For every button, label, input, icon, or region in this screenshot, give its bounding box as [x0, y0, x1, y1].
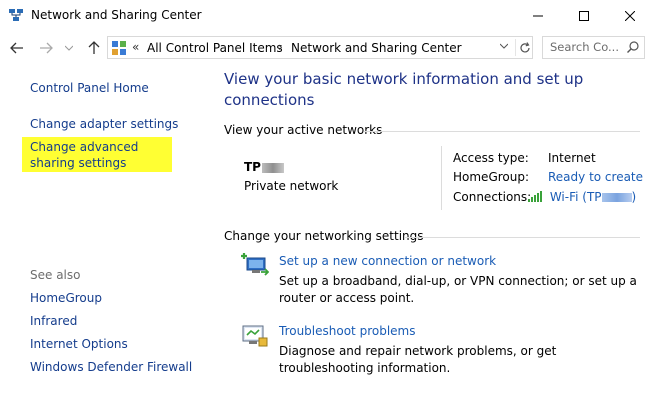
section-divider — [404, 237, 640, 238]
forward-arrow-icon — [40, 42, 53, 54]
breadcrumb-overflow[interactable]: « — [132, 40, 139, 54]
refresh-icon — [520, 42, 530, 53]
infrared-link[interactable]: Infrared — [30, 314, 77, 328]
wifi-connection-suffix[interactable]: ) — [632, 190, 637, 204]
chevron-down-icon — [65, 45, 73, 51]
minimize-button[interactable] — [515, 0, 561, 31]
windows-defender-firewall-link[interactable]: Windows Defender Firewall — [30, 360, 192, 374]
troubleshoot-icon — [242, 325, 268, 347]
wifi-connection-link[interactable]: Wi-Fi (TP) — [528, 190, 636, 204]
wifi-connection-text[interactable]: Wi-Fi (TP — [550, 190, 602, 204]
breadcrumb-all-items[interactable]: All Control Panel Items — [147, 41, 283, 55]
control-panel-home-link[interactable]: Control Panel Home — [30, 81, 149, 95]
navigation-bar: « All Control Panel Items › Network and … — [0, 31, 653, 64]
wifi-signal-icon — [528, 191, 542, 202]
search-input[interactable] — [550, 40, 622, 54]
active-networks-label: View your active networks — [224, 123, 383, 137]
homegroup-label: HomeGroup: — [453, 170, 530, 184]
section-divider — [364, 131, 640, 132]
page-title: View your basic network information and … — [224, 70, 584, 109]
redacted-wifi-name — [601, 193, 632, 202]
network-sharing-icon — [9, 9, 23, 21]
see-also-heading: See also — [30, 268, 81, 282]
access-type-value: Internet — [548, 151, 596, 165]
title-bar: Network and Sharing Center — [0, 0, 653, 31]
maximize-icon — [579, 10, 589, 21]
chevron-down-icon — [499, 43, 509, 49]
search-icon[interactable] — [626, 40, 640, 54]
address-bar[interactable]: « All Control Panel Items › Network and … — [107, 36, 533, 59]
homegroup-ready-link[interactable]: Ready to create — [548, 170, 643, 184]
minimize-icon — [533, 15, 543, 16]
setup-connection-description: Set up a broadband, dial-up, or VPN conn… — [279, 274, 637, 305]
network-name: TP — [244, 160, 284, 174]
task-pane: Control Panel Home Change adapter settin… — [0, 64, 206, 395]
change-settings-label: Change your networking settings — [224, 229, 424, 243]
breadcrumb-separator[interactable]: › — [278, 40, 283, 54]
close-icon — [625, 10, 635, 21]
control-panel-icon — [112, 41, 126, 55]
up-arrow-icon — [88, 41, 100, 54]
internet-options-link[interactable]: Internet Options — [30, 337, 128, 351]
up-button[interactable] — [85, 39, 103, 57]
troubleshoot-problems-link[interactable]: Troubleshoot problems — [279, 324, 415, 338]
back-arrow-icon — [10, 42, 23, 54]
address-dropdown-icon[interactable] — [499, 41, 509, 52]
maximize-button[interactable] — [561, 0, 607, 31]
forward-button[interactable] — [37, 39, 55, 57]
new-connection-icon — [241, 253, 269, 276]
window-title: Network and Sharing Center — [31, 8, 202, 22]
search-box[interactable] — [542, 36, 645, 59]
connections-label: Connections: — [453, 190, 532, 204]
close-button[interactable] — [607, 0, 653, 31]
recent-locations-button[interactable] — [60, 39, 78, 57]
refresh-button[interactable] — [515, 39, 531, 56]
change-advanced-sharing-settings-link[interactable]: Change advanced sharing settings — [30, 139, 175, 171]
redacted-network-name — [261, 162, 284, 173]
troubleshoot-description: Diagnose and repair network problems, or… — [279, 344, 557, 375]
access-type-label: Access type: — [453, 151, 529, 165]
vertical-divider — [441, 146, 442, 210]
homegroup-link[interactable]: HomeGroup — [30, 291, 102, 305]
network-type: Private network — [244, 179, 339, 193]
network-name-text: TP — [244, 160, 261, 174]
change-adapter-settings-link[interactable]: Change adapter settings — [30, 117, 178, 131]
setup-connection-link[interactable]: Set up a new connection or network — [279, 254, 496, 268]
breadcrumb-network-center[interactable]: Network and Sharing Center — [291, 41, 462, 55]
back-button[interactable] — [8, 39, 26, 57]
